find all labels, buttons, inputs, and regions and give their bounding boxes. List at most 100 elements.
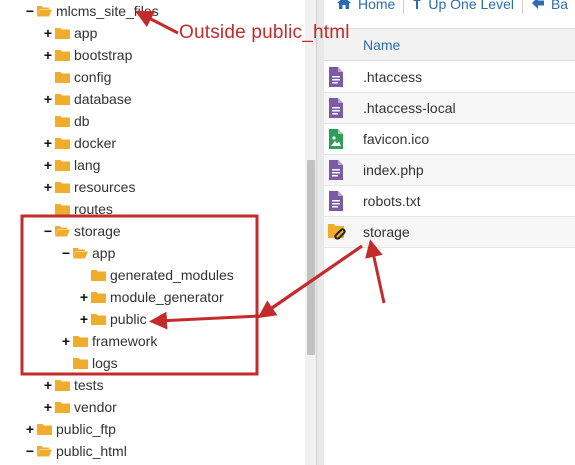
tree-item-label: vendor bbox=[74, 399, 117, 415]
file-row[interactable]: favicon.ico bbox=[324, 124, 575, 155]
folder-open-icon bbox=[55, 225, 70, 237]
tree-item-label: tests bbox=[74, 377, 104, 393]
tree-item[interactable]: − app bbox=[60, 242, 115, 264]
folder-icon bbox=[73, 335, 88, 347]
folder-icon bbox=[55, 159, 70, 171]
tree-item[interactable]: db bbox=[42, 110, 90, 132]
file-row[interactable]: robots.txt bbox=[324, 186, 575, 217]
tree-item[interactable]: config bbox=[42, 66, 111, 88]
panel-divider[interactable] bbox=[316, 0, 324, 465]
tree-item[interactable]: + vendor bbox=[42, 396, 117, 418]
text-file-icon bbox=[328, 191, 344, 211]
list-header: Name bbox=[324, 28, 575, 61]
expand-toggle[interactable]: + bbox=[42, 400, 54, 414]
file-name: robots.txt bbox=[363, 193, 421, 209]
tree-item-label: framework bbox=[92, 333, 158, 349]
tree-item-label: bootstrap bbox=[74, 47, 133, 63]
file-row[interactable]: .htaccess bbox=[324, 62, 575, 93]
back-label: Ba bbox=[550, 0, 569, 12]
expand-toggle[interactable]: + bbox=[42, 26, 54, 40]
expand-toggle[interactable]: + bbox=[60, 334, 72, 348]
file-row[interactable]: .htaccess-local bbox=[324, 93, 575, 124]
tree-item-label: config bbox=[74, 69, 112, 85]
file-name: .htaccess bbox=[363, 69, 423, 85]
folder-open-icon bbox=[37, 445, 52, 457]
tree-item[interactable]: + module_generator bbox=[78, 286, 224, 308]
name-column-header[interactable]: Name bbox=[363, 37, 400, 53]
up-one-level-label: Up One Level bbox=[428, 0, 514, 12]
file-name: favicon.ico bbox=[363, 131, 430, 147]
folder-icon bbox=[55, 49, 70, 61]
folder-icon bbox=[73, 357, 88, 369]
up-one-level-button[interactable]: Up One Level bbox=[412, 0, 514, 13]
expand-toggle[interactable]: + bbox=[42, 180, 54, 194]
folder-icon bbox=[55, 203, 70, 215]
home-icon bbox=[336, 0, 352, 13]
expand-toggle[interactable]: + bbox=[78, 312, 90, 326]
tree-item[interactable]: − mlcms_site_files bbox=[24, 0, 159, 22]
file-name: index.php bbox=[363, 162, 424, 178]
tree-item[interactable]: + bootstrap bbox=[42, 44, 132, 66]
tree-item[interactable]: + docker bbox=[42, 132, 116, 154]
image-file-icon bbox=[328, 129, 344, 149]
expand-toggle[interactable]: + bbox=[42, 378, 54, 392]
tree-item[interactable]: + public_ftp bbox=[24, 418, 116, 440]
tree-item[interactable]: + tests bbox=[42, 374, 104, 396]
tree-item-label: routes bbox=[74, 201, 113, 217]
toolbar-separator bbox=[521, 0, 523, 14]
back-button[interactable]: Ba bbox=[531, 0, 568, 13]
collapse-toggle[interactable]: − bbox=[60, 246, 72, 260]
tree-item-label: mlcms_site_files bbox=[56, 3, 159, 19]
folder-symlink-icon bbox=[328, 222, 346, 242]
collapse-toggle[interactable]: − bbox=[42, 224, 54, 238]
file-row[interactable]: index.php bbox=[324, 155, 575, 186]
outside-public-html-label: Outside public_html bbox=[179, 22, 350, 43]
folder-icon bbox=[55, 379, 70, 391]
tree-item-label: app bbox=[92, 245, 116, 261]
folder-icon bbox=[37, 423, 52, 435]
toolbar-separator bbox=[403, 0, 405, 14]
tree-item[interactable]: + database bbox=[42, 88, 132, 110]
expand-toggle[interactable]: + bbox=[42, 136, 54, 150]
folder-icon bbox=[91, 269, 106, 281]
expand-toggle[interactable]: + bbox=[78, 290, 90, 304]
expand-toggle[interactable]: + bbox=[24, 422, 36, 436]
tree-item[interactable]: generated_modules bbox=[78, 264, 234, 286]
folder-icon bbox=[55, 181, 70, 193]
tree-item-label: database bbox=[74, 91, 132, 107]
file-row[interactable]: storage bbox=[324, 217, 575, 248]
collapse-toggle[interactable]: − bbox=[24, 4, 36, 18]
tree-item[interactable]: + resources bbox=[42, 176, 136, 198]
tree-item-label: storage bbox=[74, 223, 121, 239]
tree-item[interactable]: + app bbox=[42, 22, 97, 44]
tree-item-label: docker bbox=[74, 135, 117, 151]
expand-toggle[interactable]: + bbox=[42, 48, 54, 62]
tree-item[interactable]: + lang bbox=[42, 154, 101, 176]
tree-item[interactable]: − public_html bbox=[24, 440, 127, 462]
expand-toggle[interactable]: + bbox=[42, 92, 54, 106]
folder-icon bbox=[55, 401, 70, 413]
folder-icon bbox=[55, 93, 70, 105]
folder-icon bbox=[91, 291, 106, 303]
tree-scrollbar-thumb[interactable] bbox=[307, 160, 315, 355]
tree-item[interactable]: routes bbox=[42, 198, 113, 220]
tree-item-label: module_generator bbox=[110, 289, 224, 305]
text-file-icon bbox=[328, 160, 344, 180]
home-label: Home bbox=[358, 0, 396, 12]
tree-item[interactable]: − storage bbox=[42, 220, 121, 242]
tree-item-label: generated_modules bbox=[110, 267, 234, 283]
tree-item[interactable]: + public bbox=[78, 308, 147, 330]
tree-item[interactable]: + framework bbox=[60, 330, 157, 352]
tree-item-label: app bbox=[74, 25, 98, 41]
collapse-toggle[interactable]: − bbox=[24, 444, 36, 458]
tree-item-label: db bbox=[74, 113, 90, 129]
folder-icon bbox=[55, 137, 70, 149]
tree-item[interactable]: logs bbox=[60, 352, 118, 374]
tree-item-label: public bbox=[110, 311, 147, 327]
text-file-icon bbox=[328, 67, 344, 87]
directory-tree: − mlcms_site_files + app + bootstrap config + da… bbox=[0, 0, 305, 465]
file-list-panel: Home Up One Level Ba Name .htaccess .htac… bbox=[324, 0, 575, 465]
expand-toggle[interactable]: + bbox=[42, 158, 54, 172]
home-button[interactable]: Home bbox=[336, 0, 395, 13]
file-name: .htaccess-local bbox=[363, 100, 456, 116]
